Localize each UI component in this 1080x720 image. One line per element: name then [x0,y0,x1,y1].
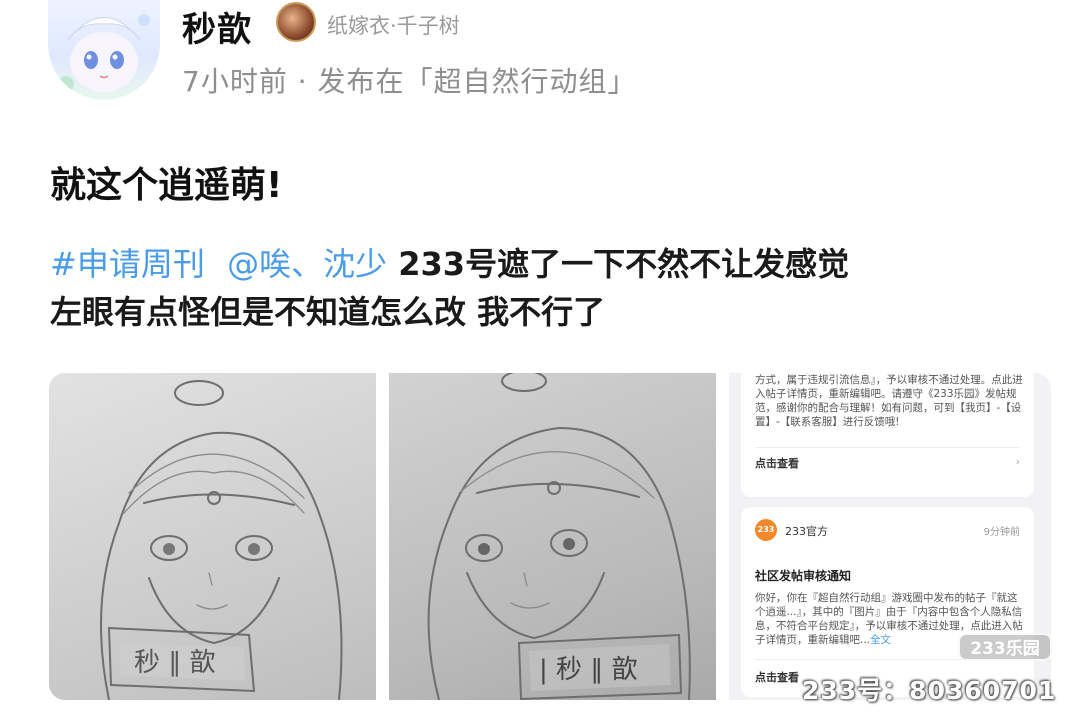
official-name: 233官方 [785,525,828,538]
post-body-line2: 左眼有点怪但是不知道怎么改 我不行了 [50,293,606,331]
svg-text:秒 ∥ 歆: 秒 ∥ 歆 [134,648,216,678]
notice-title: 社区发帖审核通知 [755,569,852,583]
title-badge-icon [276,2,316,42]
official-avatar: 233 [755,519,777,541]
post-title: 就这个逍遥萌! [50,165,283,206]
notice-card-previous-text: 方式，属于违规引流信息』，予以审核不通过处理。点此进入帖子详情页，重新编辑吧。请… [755,374,1023,428]
title-badge-text: 纸嫁衣·千子树 [327,14,460,38]
username[interactable]: 秒歆 [182,2,252,51]
notice-card: 233 233官方 9分钟前 社区发帖审核通知 你好，你在『超自然行动组』游戏圈… [741,507,1034,697]
topic-link[interactable]: #申请周刊 [50,245,205,283]
avatar[interactable] [48,0,160,100]
post-body: #申请周刊 @唉、沈少 233号遮了一下不然不让发感觉 左眼有点怪但是不知道怎么… [50,240,1050,336]
post-image-1[interactable]: 秒 ∥ 歆 [49,373,376,700]
post-meta: 7小时前 · 发布在「超自然行动组」 [182,65,637,98]
divider [755,447,1020,448]
svg-text:| 秒 ∥ 歆: | 秒 ∥ 歆 [539,655,638,685]
watermark-logo: 233乐园 [958,633,1052,661]
post-body-line1: 233号遮了一下不然不让发感觉 [398,245,850,283]
notice-time: 9分钟前 [983,527,1020,538]
view-link-1[interactable]: 点击查看 › [755,455,1020,471]
mention-link[interactable]: @唉、沈少 [227,245,387,283]
view-link-1-label: 点击查看 [755,457,799,470]
notice-card-previous: 方式，属于违规引流信息』，予以审核不通过处理。点此进入帖子详情页，重新编辑吧。请… [741,373,1034,497]
full-text-link[interactable]: 全文 [870,634,891,646]
watermark-id: 233号：80360701 [802,676,1057,705]
view-link-2-label: 点击查看 [755,671,799,684]
chevron-right-icon: › [1015,455,1020,468]
post-image-2[interactable]: | 秒 ∥ 歆 [389,373,716,700]
